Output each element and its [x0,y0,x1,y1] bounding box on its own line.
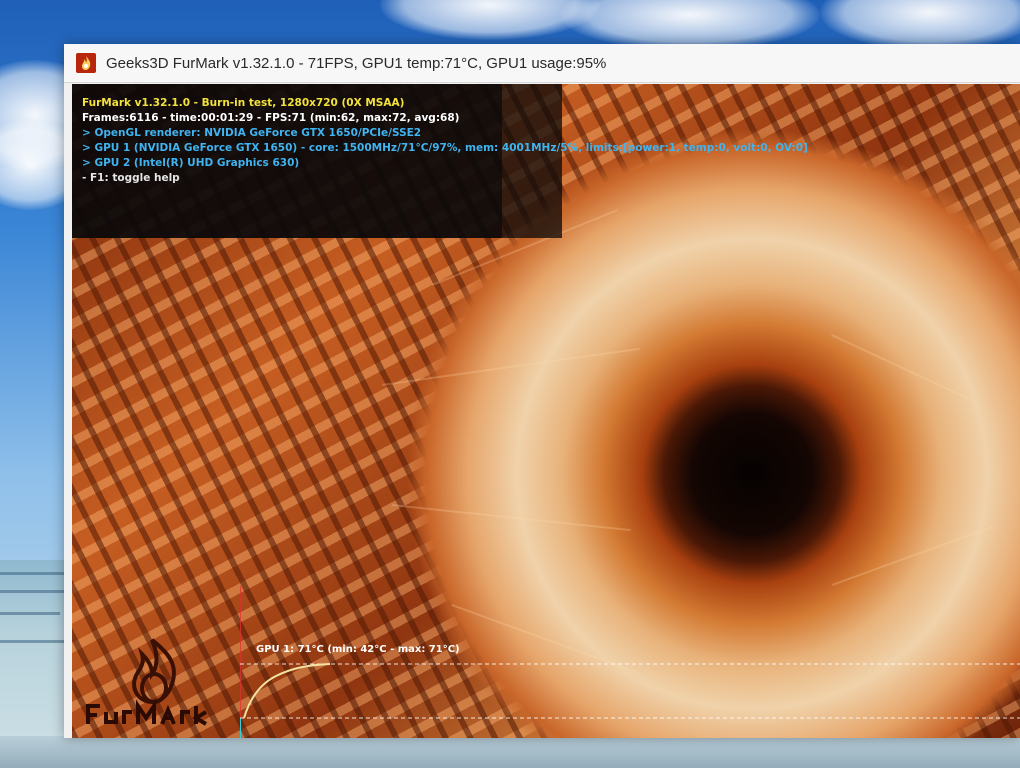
gpu-temp-graph: GPU 1: 71°C (min: 42°C - max: 71°C) [239,586,1020,738]
hud-frames-line: Frames:6116 - time:00:01:29 - FPS:71 (mi… [82,112,460,124]
furmark-window: Geeks3D FurMark v1.32.1.0 - 71FPS, GPU1 … [64,44,1020,738]
window-title: Geeks3D FurMark v1.32.1.0 - 71FPS, GPU1 … [106,54,607,72]
hud-gpu2-line: > GPU 2 (Intel(R) UHD Graphics 630) [82,157,300,169]
hud-renderer-line: > OpenGL renderer: NVIDIA GeForce GTX 16… [82,127,422,139]
furmark-logo [82,632,232,732]
furmark-flame-icon [76,53,96,73]
window-titlebar[interactable]: Geeks3D FurMark v1.32.1.0 - 71FPS, GPU1 … [64,44,1020,83]
wallpaper-cloud [560,0,820,50]
hud-title-line: FurMark v1.32.1.0 - Burn-in test, 1280x7… [82,97,405,109]
hud-help-line: - F1: toggle help [82,172,180,184]
wallpaper-cloud [820,0,1020,50]
gpu-temp-label: GPU 1: 71°C (min: 42°C - max: 71°C) [256,644,460,655]
hud-gpu1-line: > GPU 1 (NVIDIA GeForce GTX 1650) - core… [82,142,808,154]
hud-overlay-fade [502,84,562,238]
desktop-bottom-strip [0,736,1020,768]
render-viewport: FurMark v1.32.1.0 - Burn-in test, 1280x7… [72,84,1020,738]
